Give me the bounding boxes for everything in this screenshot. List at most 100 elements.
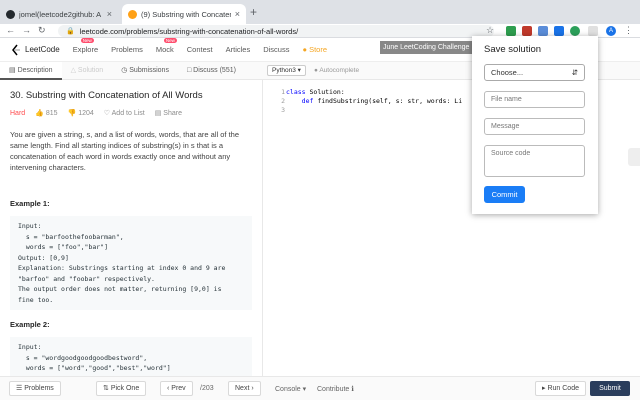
nav-problems[interactable]: Problems bbox=[111, 45, 143, 54]
bottom-bar: ☰ Problems ⇅ Pick One ‹ Prev /203 Next ›… bbox=[0, 376, 640, 400]
evernote-extension-icon[interactable] bbox=[506, 26, 516, 36]
line-numbers: 1 2 3 bbox=[281, 88, 285, 114]
example-block: Input: s = "barfoothefoobarman", words =… bbox=[10, 216, 252, 310]
code-content[interactable]: class Solution: def findSubstring(self, … bbox=[286, 88, 462, 106]
browser-tab[interactable]: jomel(leetcode2github: A chro × bbox=[0, 4, 118, 24]
leetcode2github-extension-icon[interactable] bbox=[588, 26, 598, 36]
tab-label: Description bbox=[17, 66, 53, 74]
leetcode-icon bbox=[128, 9, 137, 19]
repo-select-value: Choose... bbox=[491, 68, 524, 77]
message-input[interactable]: Message bbox=[484, 118, 585, 135]
contribute-link[interactable]: Contribute ℹ bbox=[317, 385, 354, 393]
tab-description[interactable]: ▤ Description bbox=[0, 61, 62, 80]
example-heading: Example 1: bbox=[10, 199, 50, 208]
difficulty-badge: Hard bbox=[10, 109, 26, 117]
info-icon: ℹ bbox=[349, 386, 354, 393]
problem-meta: Hard 👍 815 👎 1204 ♡ Add to List ▤ Share bbox=[10, 109, 252, 118]
nav-label: Contest bbox=[186, 45, 213, 54]
problem-statement: You are given a string, s, and a list of… bbox=[10, 130, 240, 172]
commit-button[interactable]: Commit bbox=[484, 186, 525, 203]
nav-label: Discuss bbox=[263, 45, 290, 54]
nav-label: Mock bbox=[155, 45, 174, 54]
source-code-textarea[interactable]: Source code bbox=[484, 145, 585, 177]
shuffle-icon: ⇅ bbox=[103, 385, 111, 392]
extension-icon[interactable] bbox=[554, 26, 564, 36]
extension-icon[interactable] bbox=[522, 26, 532, 36]
example-block: Input: s = "wordgoodgoodgoodbestword", w… bbox=[10, 337, 252, 376]
nav-label: Problems bbox=[111, 45, 143, 54]
list-icon: ☰ bbox=[16, 385, 25, 392]
back-icon[interactable]: ← bbox=[6, 25, 15, 35]
pick-one-button[interactable]: ⇅ Pick One bbox=[96, 381, 147, 396]
prev-label: Prev bbox=[171, 385, 186, 392]
tab-solution[interactable]: △ Solution bbox=[62, 62, 113, 80]
grammarly-extension-icon[interactable] bbox=[570, 26, 580, 36]
share-button[interactable]: ▤ Share bbox=[155, 109, 182, 117]
github-icon bbox=[6, 9, 15, 19]
nav-articles[interactable]: Articles bbox=[226, 45, 251, 54]
share-icon: ▤ bbox=[154, 110, 164, 117]
like-count: 815 bbox=[45, 110, 58, 117]
nav-contest[interactable]: Contest bbox=[187, 45, 213, 54]
code-text: Solution: bbox=[305, 88, 345, 96]
tab-submissions[interactable]: ◷ Submissions bbox=[112, 62, 178, 80]
logo[interactable]: LeetCode bbox=[10, 44, 60, 56]
problem-title: 30. Substring with Concatenation of All … bbox=[10, 90, 203, 101]
star-icon[interactable]: ☆ bbox=[486, 25, 494, 36]
console-toggle[interactable]: Console ▾ bbox=[275, 385, 306, 393]
tab-label: Submissions bbox=[129, 66, 169, 74]
add-to-list-label: Add to List bbox=[111, 110, 145, 117]
run-code-button[interactable]: ▸ Run Code bbox=[535, 381, 586, 396]
browser-tab-strip: jomel(leetcode2github: A chro × (9) Subs… bbox=[0, 0, 640, 24]
tab-discuss[interactable]: □ Discuss (551) bbox=[178, 62, 245, 80]
dislike-count: 1204 bbox=[78, 110, 94, 117]
pick-one-label: Pick One bbox=[110, 385, 140, 392]
repo-select[interactable]: Choose... ⇵ bbox=[484, 64, 585, 81]
forward-icon[interactable]: → bbox=[22, 25, 31, 35]
new-tab-button[interactable]: + bbox=[250, 5, 257, 19]
challenge-banner[interactable]: June LeetCoding Challenge bbox=[380, 41, 472, 54]
add-to-list-button[interactable]: ♡ Add to List bbox=[104, 109, 145, 117]
flask-icon: △ bbox=[70, 66, 78, 74]
language-value: Python3 bbox=[272, 67, 296, 74]
nav-label: Store bbox=[309, 45, 328, 54]
side-panel-handle[interactable] bbox=[628, 148, 640, 166]
like-button[interactable]: 👍 815 bbox=[35, 109, 57, 117]
tab-label: Discuss (551) bbox=[193, 66, 236, 74]
thumbs-down-icon: 👎 bbox=[67, 110, 79, 117]
url-input[interactable]: 🔒 leetcode.com/problems/substring-with-c… bbox=[58, 25, 494, 37]
submit-button[interactable]: Submit bbox=[590, 381, 630, 396]
menu-icon[interactable]: ⋮ bbox=[624, 25, 633, 36]
close-icon[interactable]: × bbox=[107, 9, 112, 19]
browser-tab-active[interactable]: (9) Substring with Concatenatio × bbox=[122, 4, 246, 24]
thumbs-up-icon: 👍 bbox=[35, 110, 46, 117]
reload-icon[interactable]: ↻ bbox=[38, 25, 46, 36]
chevron-down-icon: ▾ bbox=[297, 67, 301, 74]
run-code-label: Run Code bbox=[547, 385, 579, 392]
file-name-input[interactable]: File name bbox=[484, 91, 585, 108]
nav-label: Explore bbox=[72, 45, 99, 54]
chevron-down-icon: ▾ bbox=[300, 386, 307, 393]
code-text: findSubstring(self, s: str, words: Li bbox=[313, 97, 463, 105]
tab-label: Solution bbox=[77, 66, 104, 74]
avatar[interactable]: A bbox=[606, 26, 616, 36]
code-keyword: class bbox=[286, 88, 306, 96]
nav-mock[interactable]: Mock New bbox=[155, 38, 177, 54]
nav-explore[interactable]: Explore New bbox=[72, 38, 99, 54]
example-heading: Example 2: bbox=[10, 320, 50, 329]
prev-button[interactable]: ‹ Prev bbox=[160, 381, 193, 396]
dislike-button[interactable]: 👎 1204 bbox=[68, 109, 94, 117]
problems-button[interactable]: ☰ Problems bbox=[9, 381, 61, 396]
autocomplete-toggle[interactable]: ● Autocomplete bbox=[314, 67, 359, 74]
next-button[interactable]: Next › bbox=[228, 381, 261, 396]
problem-tabs: ▤ Description △ Solution ◷ Submissions □… bbox=[0, 61, 263, 80]
extension-icon[interactable] bbox=[538, 26, 548, 36]
popup-title: Save solution bbox=[484, 44, 542, 55]
chevron-updown-icon: ⇵ bbox=[571, 68, 578, 77]
language-select[interactable]: Python3 ▾ bbox=[267, 65, 306, 76]
nav-discuss[interactable]: Discuss bbox=[263, 45, 289, 54]
contribute-label: Contribute bbox=[317, 386, 350, 393]
close-icon[interactable]: × bbox=[235, 9, 240, 19]
nav-store[interactable]: ● Store bbox=[302, 45, 327, 54]
